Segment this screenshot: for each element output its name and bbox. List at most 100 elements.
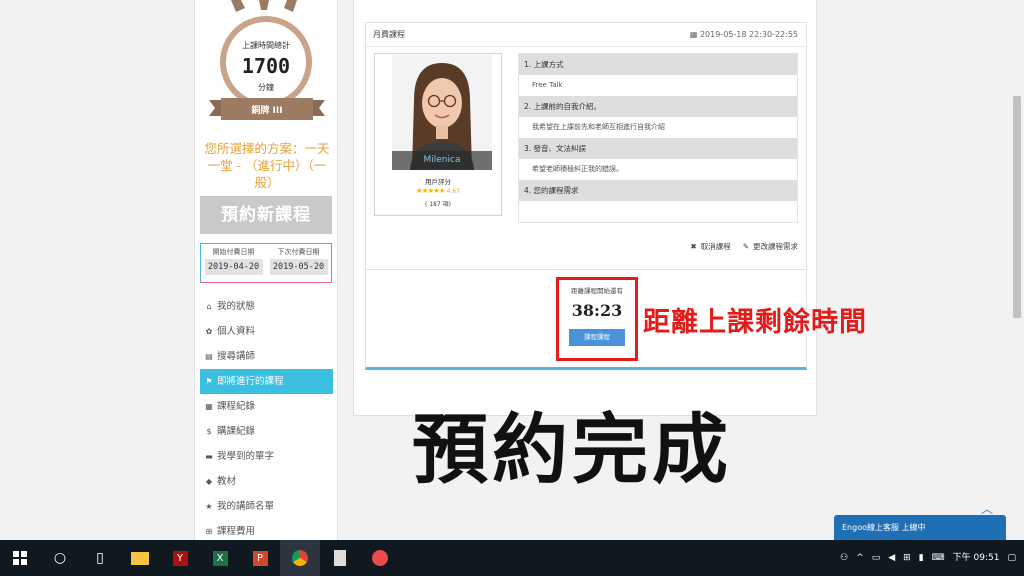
notification-icon[interactable]: ▢ (1007, 553, 1016, 563)
sidebar: 上課時間總計 1700 分鐘 銅牌 III 您所選擇的方案：一天一堂 - （進行… (194, 0, 338, 540)
keyboard-icon[interactable]: ⌨ (932, 553, 945, 563)
annotation-red-note: 距離上課剩餘時間 (643, 307, 867, 338)
teacher-card[interactable]: Milenica 用戶評分 ★★★★★ 4.67 ( 187 項) (374, 53, 502, 216)
clock[interactable]: 下午 09:51 (953, 552, 1000, 564)
enter-classroom-button[interactable]: 課程課程 (569, 329, 625, 346)
teacher-photo: Milenica (392, 55, 492, 170)
sidebar-item-label: 搜尋講師 (217, 351, 256, 362)
calculator-icon[interactable] (320, 540, 360, 576)
payment-start-value: 2019-04-20 (204, 259, 263, 275)
payment-next-label: 下次付費日期 (277, 248, 320, 256)
sidebar-item-materials[interactable]: ◆ 教材 (200, 469, 333, 494)
folder-icon: ▬ (205, 452, 213, 461)
taskbar: ○ ▯ Y X P ⚇ ^ ▭ ◀ ⊞ ▮ ⌨ 下午 09:51 ▢ (0, 540, 1024, 576)
payment-next-value: 2019-05-20 (269, 259, 328, 275)
cancel-lesson-label: 取消課程 (700, 242, 731, 251)
battery-icon[interactable]: ▮ (919, 553, 924, 563)
task-view-icon[interactable]: ▯ (80, 540, 120, 576)
lesson-type: 月費課程 (373, 30, 405, 39)
scrollbar-thumb[interactable] (1013, 96, 1021, 318)
question-row: 2. 上課前的自我介紹。 (519, 96, 797, 117)
review-count: ( 187 項) (425, 201, 451, 208)
countdown-time: 38:23 (571, 301, 623, 320)
people-icon[interactable]: ⚇ (840, 553, 848, 563)
payment-next: 下次付費日期 2019-05-20 (269, 247, 328, 282)
teacher-name[interactable]: Milenica (392, 151, 492, 170)
chrome-icon[interactable] (280, 540, 320, 576)
payment-start-label: 開始付費日期 (212, 248, 255, 256)
sidebar-item-my-teachers[interactable]: ★ 我的講師名單 (200, 494, 333, 519)
medal-rank: 銅牌 III (251, 106, 283, 116)
annotation-big-text: 預約完成 (412, 405, 732, 494)
volume-icon[interactable]: ◀ (888, 553, 895, 563)
pencil-icon: ✎ (742, 242, 749, 251)
lesson-datetime-text: 2019-05-18 22:30-22:55 (699, 30, 798, 39)
home-icon: ⌂ (206, 302, 212, 311)
file-explorer-icon[interactable] (120, 540, 160, 576)
sidebar-item-label: 教材 (217, 476, 237, 487)
sidebar-item-upcoming[interactable]: ⚑ 即將進行的課程 (200, 369, 333, 394)
network-icon[interactable]: ▭ (872, 553, 881, 563)
payment-dates: 開始付費日期 2019-04-20 下次付費日期 2019-05-20 (200, 243, 332, 283)
rating-label: 用戶評分 (425, 178, 451, 186)
answer-row (519, 201, 797, 222)
edit-request-link[interactable]: ✎ 更改課程需求 (743, 241, 798, 252)
sidebar-item-purchase[interactable]: $ 購課紀錄 (200, 419, 333, 444)
support-chat-button[interactable]: Engoo線上客服 上線中 (834, 515, 1006, 540)
close-icon: ✖ (690, 242, 697, 251)
windows-start-icon[interactable] (0, 540, 40, 576)
lesson-card: 月費課程 ▦ 2019-05-18 22:30-22:55 Milenica 用… (353, 0, 817, 416)
lesson-actions: ✖ 取消課程 ✎ 更改課程需求 (690, 241, 798, 252)
edit-request-label: 更改課程需求 (753, 242, 798, 251)
divider (366, 269, 806, 270)
sidebar-item-label: 購課紀錄 (217, 426, 256, 437)
answer-row: Free Talk (519, 75, 797, 96)
powerpoint-icon[interactable]: P (240, 540, 280, 576)
sidebar-item-vocabulary[interactable]: ▬ 我學到的單字 (200, 444, 333, 469)
payment-start: 開始付費日期 2019-04-20 (204, 247, 263, 282)
page: 上課時間總計 1700 分鐘 銅牌 III 您所選擇的方案：一天一堂 - （進行… (0, 0, 1024, 576)
question-row: 1. 上課方式 (519, 54, 797, 75)
medal-badge: 上課時間總計 1700 分鐘 銅牌 III (209, 0, 325, 128)
rating-stars: ★★★★★ 4.67 (416, 186, 460, 195)
sidebar-item-label: 我的講師名單 (217, 501, 275, 512)
chevron-up-icon[interactable]: ^ (856, 553, 864, 563)
sidebar-item-status[interactable]: ⌂ 我的狀態 (200, 294, 333, 319)
snipping-tool-icon[interactable] (360, 540, 400, 576)
flag-icon: ⚑ (205, 377, 213, 386)
sidebar-item-label: 課程紀錄 (217, 401, 256, 412)
answer-row: 希望老師積極糾正我的錯誤。 (519, 159, 797, 180)
medal-minutes: 1700 (241, 54, 291, 78)
plan-text: 您所選擇的方案：一天一堂 - （進行中）（一般） (204, 141, 330, 190)
scrollbar[interactable] (1010, 0, 1024, 540)
sidebar-item-profile[interactable]: ✿ 個人資料 (200, 319, 333, 344)
calendar-icon: ▦ (689, 30, 700, 39)
lesson-requirements: 1. 上課方式 Free Talk 2. 上課前的自我介紹。 我希望在上課前先和… (518, 53, 798, 223)
countdown-label: 距離課程開始還有 (571, 287, 623, 295)
sidebar-item-history[interactable]: ▦ 課程紀錄 (200, 394, 333, 419)
sidebar-nav: ⌂ 我的狀態 ✿ 個人資料 ▤ 搜尋講師 ⚑ 即將進行的課程 ▦ 課程紀錄 $ 購課紀錄 ▬… (200, 294, 333, 544)
question-row: 4. 您的課程需求 (519, 180, 797, 201)
sidebar-item-search-teacher[interactable]: ▤ 搜尋講師 (200, 344, 333, 369)
sidebar-item-label: 我的狀態 (217, 301, 256, 312)
tag-icon: ◆ (205, 477, 213, 486)
cancel-lesson-link[interactable]: ✖ 取消課程 (690, 241, 730, 252)
system-tray: ⚇ ^ ▭ ◀ ⊞ ▮ ⌨ 下午 09:51 ▢ (840, 540, 1016, 576)
dollar-icon: $ (206, 427, 212, 436)
ime-icon[interactable]: ⊞ (903, 553, 911, 563)
reserve-new-course-button[interactable]: 預約新課程 (200, 196, 332, 234)
sidebar-item-label: 我學到的單字 (217, 451, 275, 462)
medal-unit: 分鐘 (258, 83, 274, 92)
medal-title: 上課時間總計 (242, 41, 290, 50)
search-icon[interactable]: ○ (40, 540, 80, 576)
answer-row: 我希望在上課前先和老師互相進行自我介紹 (519, 117, 797, 138)
lesson-header: 月費課程 ▦ 2019-05-18 22:30-22:55 (366, 23, 806, 47)
app-icon[interactable]: Y (160, 540, 200, 576)
gear-icon: ✿ (205, 327, 213, 336)
excel-icon[interactable]: X (200, 540, 240, 576)
question-row: 3. 發音、文法糾誤 (519, 138, 797, 159)
list-icon: ▦ (205, 402, 213, 411)
star-icon: ★ (205, 502, 213, 511)
book-icon: ▤ (205, 352, 213, 361)
lesson-datetime: ▦ 2019-05-18 22:30-22:55 (690, 30, 798, 39)
